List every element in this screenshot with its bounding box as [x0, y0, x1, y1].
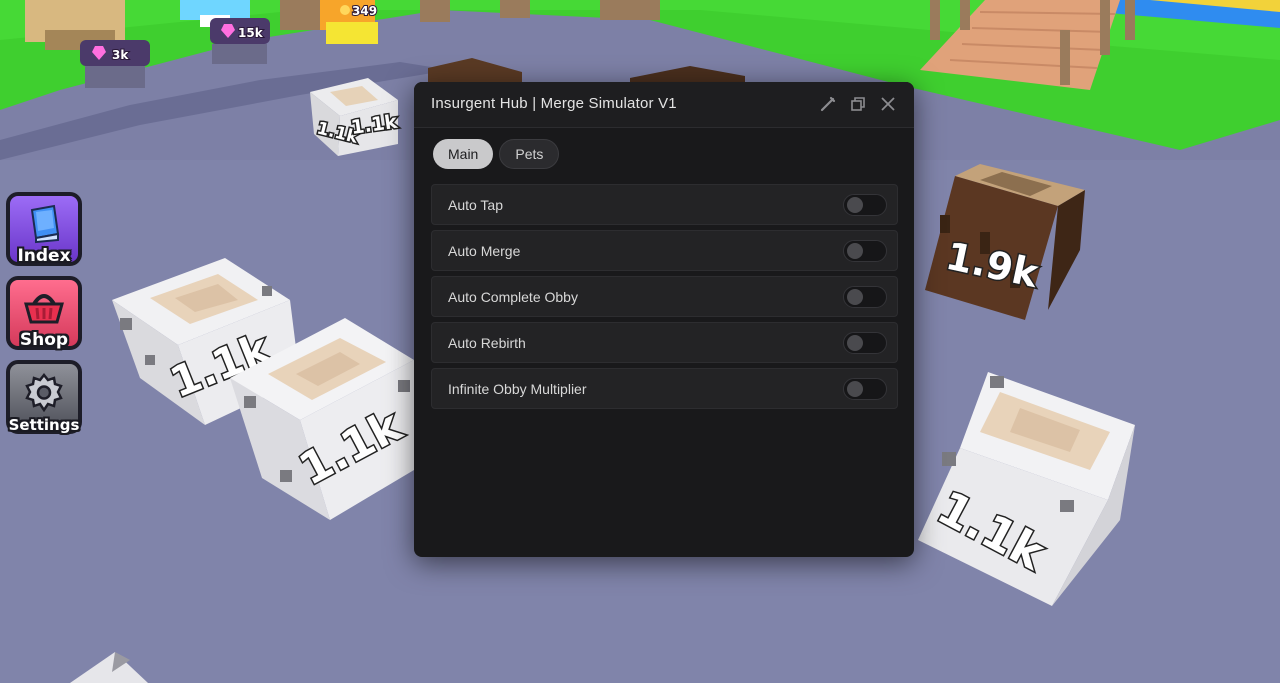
index-label: Index — [17, 246, 71, 266]
gear-icon — [25, 372, 63, 413]
toggle-knob — [847, 289, 863, 305]
toggle-switch[interactable] — [843, 332, 887, 354]
option-auto-complete-obby[interactable]: Auto Complete Obby — [431, 276, 898, 317]
index-button[interactable]: Index — [6, 192, 82, 266]
toggle-switch[interactable] — [843, 240, 887, 262]
toggle-knob — [847, 381, 863, 397]
shop-label: Shop — [19, 330, 69, 350]
toggle-knob — [847, 243, 863, 259]
options-list: Auto Tap Auto Merge Auto Complete Obby A… — [431, 184, 898, 414]
option-label: Auto Rebirth — [448, 335, 526, 351]
window-title: Insurgent Hub | Merge Simulator V1 — [431, 95, 677, 112]
toggle-knob — [847, 335, 863, 351]
option-label: Infinite Obby Multiplier — [448, 381, 587, 397]
option-auto-merge[interactable]: Auto Merge — [431, 230, 898, 271]
option-label: Auto Tap — [448, 197, 504, 213]
shop-button[interactable]: Shop — [6, 276, 82, 350]
tab-bar: Main Pets — [433, 139, 560, 169]
tab-pets[interactable]: Pets — [499, 139, 560, 169]
option-label: Auto Merge — [448, 243, 521, 259]
toggle-switch[interactable] — [843, 378, 887, 400]
settings-button[interactable]: Settings — [6, 360, 82, 434]
badge-label: 3k — [112, 48, 129, 62]
toggle-knob — [847, 197, 863, 213]
option-auto-rebirth[interactable]: Auto Rebirth — [431, 322, 898, 363]
hub-titlebar[interactable]: Insurgent Hub | Merge Simulator V1 — [414, 82, 914, 128]
badge-label: 349 — [352, 4, 377, 18]
badge-label: 15k — [238, 26, 264, 40]
option-infinite-obby-multiplier[interactable]: Infinite Obby Multiplier — [431, 368, 898, 409]
toggle-switch[interactable] — [843, 194, 887, 216]
option-label: Auto Complete Obby — [448, 289, 578, 305]
toggle-switch[interactable] — [843, 286, 887, 308]
edit-icon[interactable] — [819, 95, 837, 113]
book-icon — [30, 204, 60, 244]
settings-label: Settings — [8, 416, 80, 434]
hub-window: Insurgent Hub | Merge Simulator V1 Main … — [414, 82, 914, 557]
tab-main[interactable]: Main — [433, 139, 494, 169]
shopping-basket-icon — [24, 294, 64, 324]
close-icon[interactable] — [879, 95, 897, 113]
coin-icon — [340, 5, 350, 15]
restore-icon[interactable] — [849, 95, 867, 113]
option-auto-tap[interactable]: Auto Tap — [431, 184, 898, 225]
